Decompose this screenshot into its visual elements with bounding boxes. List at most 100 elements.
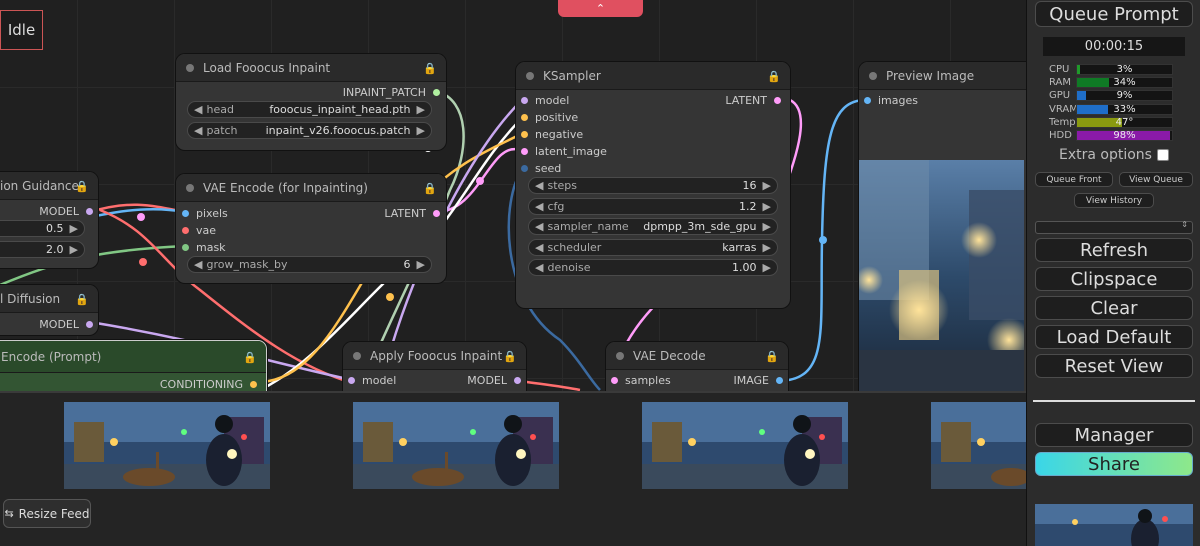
arrow-right-icon[interactable]: ▶	[763, 261, 771, 274]
collapse-dot-icon[interactable]	[186, 183, 194, 192]
output-model[interactable]: MODEL	[467, 374, 521, 387]
arrow-left-icon[interactable]: ◀	[535, 200, 543, 213]
input-pixels[interactable]: pixels	[182, 207, 228, 220]
arrow-right-icon[interactable]: ▶	[70, 222, 78, 235]
arrow-left-icon[interactable]: ◀	[535, 179, 543, 192]
collapse-dot-icon[interactable]	[869, 71, 877, 80]
clear-button[interactable]: Clear	[1035, 296, 1193, 320]
node-diffusion[interactable]: l Diffusion 🔒 MODEL	[0, 285, 98, 335]
elapsed-timer: 00:00:15	[1043, 37, 1185, 56]
output-conditioning[interactable]: CONDITIONING	[160, 378, 257, 391]
arrow-left-icon[interactable]: ◀	[194, 103, 202, 116]
input-images[interactable]: images	[864, 94, 918, 107]
view-history-button[interactable]: View History	[1074, 193, 1154, 208]
queue-front-button[interactable]: Queue Front	[1035, 172, 1113, 187]
output-latent[interactable]: LATENT	[384, 207, 440, 220]
arrow-right-icon[interactable]: ▶	[763, 241, 771, 254]
collapse-dot-icon[interactable]	[186, 63, 194, 72]
input-mask[interactable]: mask	[182, 241, 226, 254]
preview-output-image[interactable]	[859, 160, 1024, 395]
monitor-label: RAM	[1049, 77, 1072, 89]
arrow-right-icon[interactable]: ▶	[763, 200, 771, 213]
resize-feed-button[interactable]: ⇆ Resize Feed	[3, 499, 91, 528]
widget-sampler-name[interactable]: ◀ sampler_name dpmpp_3m_sde_gpu ▶	[528, 218, 778, 235]
queue-prompt-button[interactable]: Queue Prompt	[1035, 1, 1193, 27]
output-latent[interactable]: LATENT	[725, 94, 781, 107]
widget-cfg[interactable]: ◀ cfg 1.2 ▶	[528, 198, 778, 215]
input-latent-image[interactable]: latent_image	[521, 145, 607, 158]
node-guidance[interactable]: ion Guidance 🔒 MODEL 0.5 ▶ 2.0 ▶	[0, 172, 98, 268]
widget-head[interactable]: ◀ head fooocus_inpaint_head.pth ▶	[187, 101, 432, 118]
lock-icon[interactable]: 🔒	[423, 62, 437, 75]
reset-view-button[interactable]: Reset View	[1035, 354, 1193, 378]
collapse-dot-icon[interactable]	[353, 351, 361, 360]
node-vae-encode-inpainting[interactable]: VAE Encode (for Inpainting) 🔒 pixels vae…	[176, 174, 446, 283]
monitor-value: 34%	[1113, 77, 1136, 89]
arrow-right-icon[interactable]: ▶	[417, 124, 425, 137]
guidance-widget-2[interactable]: 2.0 ▶	[0, 241, 85, 258]
widget-denoise[interactable]: ◀ denoise 1.00 ▶	[528, 259, 778, 276]
widget-steps[interactable]: ◀ steps 16 ▶	[528, 177, 778, 194]
arrow-right-icon[interactable]: ▶	[763, 179, 771, 192]
input-model[interactable]: model	[348, 374, 396, 387]
widget-scheduler[interactable]: ◀ scheduler karras ▶	[528, 239, 778, 256]
arrow-left-icon[interactable]: ◀	[535, 220, 543, 233]
lock-icon[interactable]: 🔒	[75, 180, 89, 193]
arrow-left-icon[interactable]: ◀	[535, 241, 543, 254]
menu-preview-thumbnail[interactable]	[1035, 504, 1193, 546]
input-negative[interactable]: negative	[521, 128, 583, 141]
monitor-hdd: HDD 98%	[1049, 129, 1173, 142]
lock-icon[interactable]: 🔒	[423, 182, 437, 195]
extra-options-checkbox[interactable]	[1156, 149, 1169, 161]
resize-icon: ⇆	[4, 507, 14, 520]
arrow-right-icon[interactable]: ▶	[70, 243, 78, 256]
lock-icon[interactable]: 🔒	[503, 350, 517, 363]
extra-options-toggle[interactable]: Extra options	[1059, 147, 1169, 163]
load-default-button[interactable]: Load Default	[1035, 325, 1193, 349]
queue-list-scrollbar[interactable]: ⇕	[1035, 220, 1193, 234]
motorcycle-image	[1035, 504, 1193, 546]
collapse-dot-icon[interactable]	[616, 351, 624, 360]
scroll-arrows-icon[interactable]: ⇕	[1181, 220, 1188, 229]
graph-canvas[interactable]: ⌃ Idle ion Guidance 🔒 MODEL 0.5 ▶ 2.0 ▶ l …	[0, 0, 1026, 546]
arrow-left-icon[interactable]: ◀	[194, 124, 202, 137]
input-vae[interactable]: vae	[182, 224, 216, 237]
input-model[interactable]: model	[521, 94, 569, 107]
menu-divider	[1033, 400, 1195, 402]
lock-icon[interactable]: 🔒	[765, 350, 779, 363]
node-ksampler[interactable]: KSampler 🔒 model positive negative laten…	[516, 62, 790, 308]
output-inpaint-patch[interactable]: INPAINT_PATCH	[343, 86, 440, 99]
arrow-left-icon[interactable]: ◀	[535, 261, 543, 274]
guidance-widget-1[interactable]: 0.5 ▶	[0, 220, 85, 237]
feed-thumbnail[interactable]	[353, 402, 559, 489]
input-samples[interactable]: samples	[611, 374, 671, 387]
monitor-bar: 9%	[1076, 90, 1173, 102]
output-image[interactable]: IMAGE	[733, 374, 783, 387]
feed-thumbnail[interactable]	[64, 402, 270, 489]
monitor-ram: RAM 34%	[1049, 76, 1173, 89]
lock-icon[interactable]: 🔒	[767, 70, 781, 83]
collapse-dot-icon[interactable]	[526, 71, 534, 80]
input-seed[interactable]: seed	[521, 162, 561, 175]
refresh-button[interactable]: Refresh	[1035, 238, 1193, 262]
arrow-right-icon[interactable]: ▶	[763, 220, 771, 233]
output-model[interactable]: MODEL	[39, 205, 93, 218]
feed-thumbnail[interactable]	[642, 402, 848, 489]
clipspace-button[interactable]: Clipspace	[1035, 267, 1193, 291]
feed-thumbnail[interactable]	[931, 402, 1026, 489]
arrow-right-icon[interactable]: ▶	[417, 103, 425, 116]
widget-grow-mask-by[interactable]: ◀ grow_mask_by 6 ▶	[187, 256, 432, 273]
node-load-fooocus-inpaint[interactable]: Load Fooocus Inpaint 🔒 INPAINT_PATCH ◀ he…	[176, 54, 446, 150]
monitor-bar: 34%	[1076, 77, 1173, 89]
share-button[interactable]: Share	[1035, 452, 1193, 476]
manager-button[interactable]: Manager	[1035, 423, 1193, 447]
output-model[interactable]: MODEL	[39, 318, 93, 331]
lock-icon[interactable]: 🔒	[75, 293, 89, 306]
widget-patch[interactable]: ◀ patch inpaint_v26.fooocus.patch ▶	[187, 122, 432, 139]
input-positive[interactable]: positive	[521, 111, 578, 124]
arrow-left-icon[interactable]: ◀	[194, 258, 202, 271]
lock-icon[interactable]: 🔒	[243, 351, 257, 364]
arrow-right-icon[interactable]: ▶	[417, 258, 425, 271]
view-queue-button[interactable]: View Queue	[1119, 172, 1193, 187]
collapse-toggle-button[interactable]: ⌃	[558, 0, 643, 17]
